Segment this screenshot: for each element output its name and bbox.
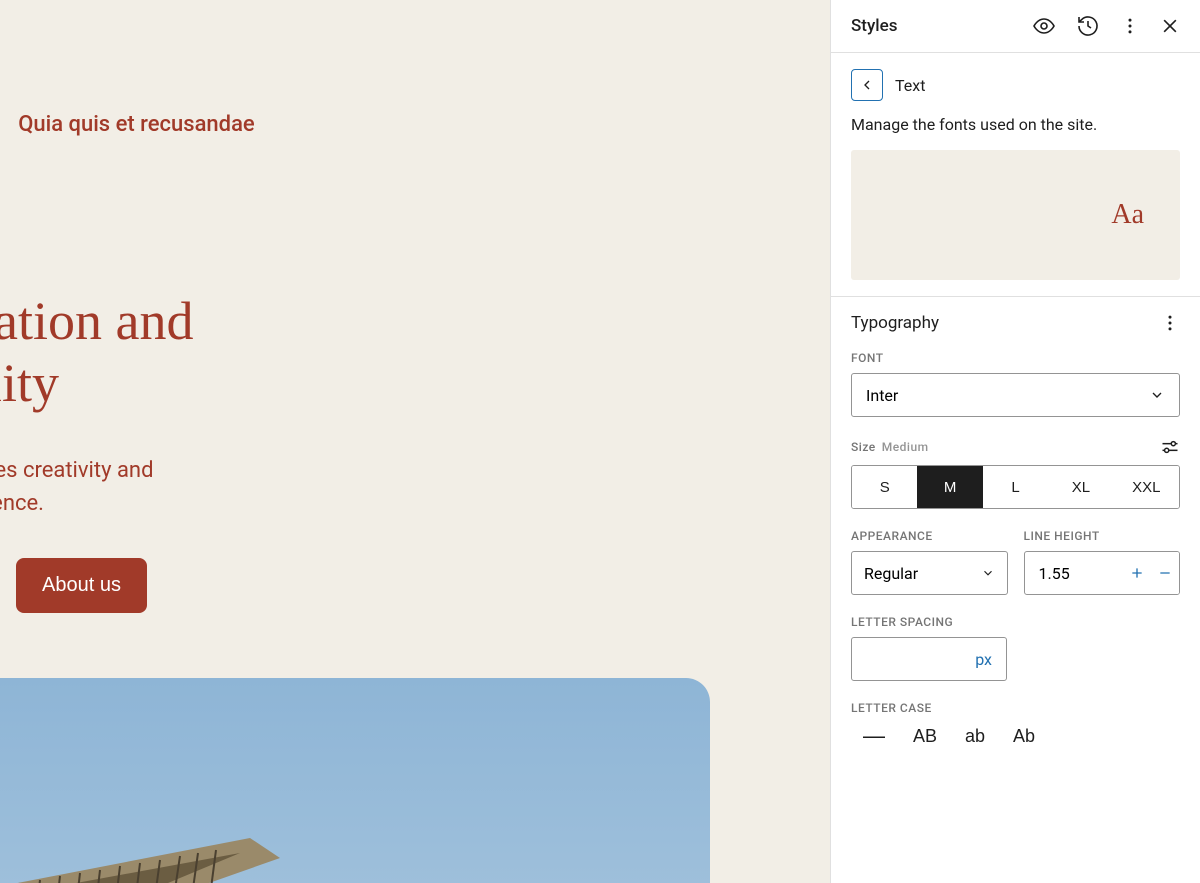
preview-sample: Aa [1111,199,1144,231]
chevron-down-icon [1149,387,1165,403]
text-panel: Text Manage the fonts used on the site. … [831,53,1200,297]
typography-more-icon[interactable] [1160,313,1180,333]
size-settings-icon[interactable] [1160,437,1180,457]
letter-case-group: — AB ab Ab [851,723,1180,749]
sidebar-title: Styles [851,16,897,36]
typography-title: Typography [851,313,939,333]
lineheight-stepper[interactable]: 1.55 [1024,551,1181,595]
chevron-down-icon [981,566,995,580]
about-us-button[interactable]: About us [16,558,147,613]
letter-case-label: Letter Case [851,701,1180,715]
editor-canvas: que adipisci Quia quis et recusandae nt … [0,0,831,883]
letter-spacing-input[interactable]: px [851,637,1007,681]
styles-sidebar: Styles Text Manage the fonts used on the… [831,0,1200,883]
hero-section: nt to innovation and tainability m that … [0,290,193,613]
letter-spacing-label: Letter Spacing [851,615,1180,629]
appearance-select[interactable]: Regular [851,551,1008,595]
history-icon[interactable] [1076,14,1100,38]
typography-panel: Typography Font Inter Size Medium S M L … [831,297,1200,765]
case-capitalize[interactable]: Ab [1013,726,1035,747]
spacing-unit: px [975,650,992,669]
lineheight-decrement[interactable] [1151,552,1179,594]
building-illustration [0,798,360,883]
appearance-value: Regular [864,564,918,583]
lineheight-value: 1.55 [1025,564,1124,583]
size-xxl[interactable]: XXL [1114,466,1179,508]
font-select[interactable]: Inter [851,373,1180,417]
size-label: Size [851,440,876,454]
font-value: Inter [866,386,898,405]
size-xl[interactable]: XL [1048,466,1113,508]
more-icon[interactable] [1120,16,1140,36]
eye-icon[interactable] [1032,14,1056,38]
back-button[interactable] [851,69,883,101]
header-actions [1032,14,1180,38]
size-s[interactable]: S [852,466,917,508]
sidebar-header: Styles [831,0,1200,53]
site-nav: que adipisci Quia quis et recusandae [0,112,255,137]
lineheight-label: Line Height [1024,529,1181,543]
appearance-label: Appearance [851,529,1008,543]
case-upper[interactable]: AB [913,726,937,747]
breadcrumb-label: Text [895,76,925,95]
typography-preview: Aa [851,150,1180,280]
case-lower[interactable]: ab [965,726,985,747]
breadcrumb: Text [851,69,1180,101]
close-icon[interactable] [1160,16,1180,36]
size-l[interactable]: L [983,466,1048,508]
typography-header: Typography [851,313,1180,333]
size-value-label: Medium [882,440,929,454]
nav-item[interactable]: Quia quis et recusandae [18,112,255,137]
case-none[interactable]: — [863,723,885,749]
size-m[interactable]: M [917,466,982,508]
hero-image [0,678,710,883]
lineheight-increment[interactable] [1123,552,1151,594]
font-label: Font [851,351,1180,365]
size-button-group: S M L XL XXL [851,465,1180,509]
hero-title: nt to innovation and tainability [0,290,193,414]
size-header: Size Medium [851,437,1180,457]
panel-description: Manage the fonts used on the site. [851,115,1180,134]
hero-description: m that seamlessly merges creativity and … [0,454,193,520]
